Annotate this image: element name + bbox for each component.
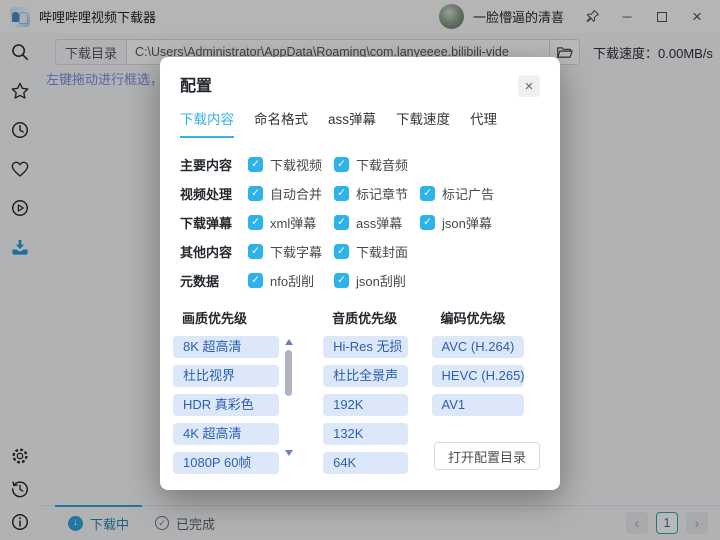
checkbox-checked-icon: ✓: [420, 186, 435, 201]
checkbox-checked-icon: ✓: [248, 273, 263, 288]
codec-header: 编码优先级: [432, 308, 540, 327]
audio-option[interactable]: 杜比全景声: [323, 365, 408, 387]
dialog-title: 配置: [180, 72, 212, 96]
tab-download-speed[interactable]: 下载速度: [396, 108, 450, 138]
quality-option[interactable]: 8K 超高清: [173, 336, 279, 358]
tab-download-content[interactable]: 下载内容: [180, 108, 234, 138]
checkbox-checked-icon: ✓: [248, 244, 263, 259]
checkbox-json-danmaku[interactable]: ✓json弹幕: [420, 213, 506, 232]
checkbox-checked-icon: ✓: [334, 273, 349, 288]
quality-option[interactable]: HDR 真彩色: [173, 394, 279, 416]
dialog-close-button[interactable]: ×: [518, 75, 540, 97]
row-download-danmaku: 下载弹幕 ✓xml弹幕 ✓ass弹幕 ✓json弹幕: [180, 208, 540, 237]
checkbox-checked-icon: ✓: [248, 186, 263, 201]
row-label: 元数据: [180, 271, 248, 290]
checkbox-checked-icon: ✓: [334, 215, 349, 230]
audio-quality-header: 音质优先级: [323, 308, 431, 327]
open-config-dir-button[interactable]: 打开配置目录: [434, 442, 540, 470]
checkbox-checked-icon: ✓: [420, 215, 435, 230]
dialog-tabs: 下载内容 命名格式 ass弹幕 下载速度 代理: [180, 108, 540, 138]
audio-quality-column: 音质优先级 Hi-Res 无损 杜比全景声 192K 132K 64K: [323, 308, 431, 481]
scroll-down-icon[interactable]: [285, 450, 293, 456]
checkbox-checked-icon: ✓: [248, 157, 263, 172]
scroll-up-icon[interactable]: [285, 339, 293, 345]
video-quality-list: 8K 超高清 杜比视界 HDR 真彩色 4K 超高清 1080P 60帧: [173, 336, 279, 481]
checkbox-nfo-scrape[interactable]: ✓nfo刮削: [248, 271, 334, 290]
tab-proxy[interactable]: 代理: [470, 108, 497, 138]
close-icon: ×: [525, 79, 534, 94]
audio-option[interactable]: 64K: [323, 452, 408, 474]
row-label: 下载弹幕: [180, 213, 248, 232]
scrollbar-thumb[interactable]: [285, 350, 292, 396]
checkbox-download-audio[interactable]: ✓下载音频: [334, 155, 420, 174]
app-window: 哔哩哔哩视频下载器 一脸懵逼的清喜 ─ ×: [0, 0, 720, 540]
video-quality-header: 画质优先级: [173, 308, 323, 327]
checkbox-mark-chapters[interactable]: ✓标记章节: [334, 184, 420, 203]
quality-list-scrollbar[interactable]: [282, 336, 295, 476]
checkbox-checked-icon: ✓: [334, 244, 349, 259]
config-dialog: 配置 × 下载内容 命名格式 ass弹幕 下载速度 代理 主要内容 ✓下载视频 …: [160, 57, 560, 490]
checkbox-checked-icon: ✓: [248, 215, 263, 230]
quality-option[interactable]: 杜比视界: [173, 365, 279, 387]
codec-option[interactable]: HEVC (H.265): [432, 365, 524, 387]
checkbox-download-video[interactable]: ✓下载视频: [248, 155, 334, 174]
audio-option[interactable]: Hi-Res 无损: [323, 336, 408, 358]
codec-option[interactable]: AV1: [432, 394, 524, 416]
row-label: 其他内容: [180, 242, 248, 261]
row-label: 视频处理: [180, 184, 248, 203]
checkbox-checked-icon: ✓: [334, 186, 349, 201]
checkbox-ass-danmaku[interactable]: ✓ass弹幕: [334, 213, 420, 232]
audio-quality-list: Hi-Res 无损 杜比全景声 192K 132K 64K: [323, 336, 408, 474]
checkbox-section: 主要内容 ✓下载视频 ✓下载音频 视频处理 ✓自动合并 ✓标记章节 ✓标记广告 …: [180, 150, 540, 295]
row-label: 主要内容: [180, 155, 248, 174]
codec-option[interactable]: AVC (H.264): [432, 336, 524, 358]
row-other-content: 其他内容 ✓下载字幕 ✓下载封面: [180, 237, 540, 266]
checkbox-json-scrape[interactable]: ✓json刮削: [334, 271, 420, 290]
codec-list: AVC (H.264) HEVC (H.265) AV1: [432, 336, 524, 416]
checkbox-checked-icon: ✓: [334, 157, 349, 172]
row-video-processing: 视频处理 ✓自动合并 ✓标记章节 ✓标记广告: [180, 179, 540, 208]
checkbox-mark-ads[interactable]: ✓标记广告: [420, 184, 506, 203]
audio-option[interactable]: 132K: [323, 423, 408, 445]
row-main-content: 主要内容 ✓下载视频 ✓下载音频: [180, 150, 540, 179]
checkbox-xml-danmaku[interactable]: ✓xml弹幕: [248, 213, 334, 232]
row-metadata: 元数据 ✓nfo刮削 ✓json刮削: [180, 266, 540, 295]
checkbox-auto-merge[interactable]: ✓自动合并: [248, 184, 334, 203]
quality-option[interactable]: 4K 超高清: [173, 423, 279, 445]
quality-option[interactable]: 1080P 60帧: [173, 452, 279, 474]
checkbox-download-cover[interactable]: ✓下载封面: [334, 242, 420, 261]
checkbox-download-subtitles[interactable]: ✓下载字幕: [248, 242, 334, 261]
audio-option[interactable]: 192K: [323, 394, 408, 416]
tab-naming-format[interactable]: 命名格式: [254, 108, 308, 138]
tab-ass-danmaku[interactable]: ass弹幕: [328, 108, 376, 138]
video-quality-column: 画质优先级 8K 超高清 杜比视界 HDR 真彩色 4K 超高清 1080P 6…: [173, 308, 323, 481]
